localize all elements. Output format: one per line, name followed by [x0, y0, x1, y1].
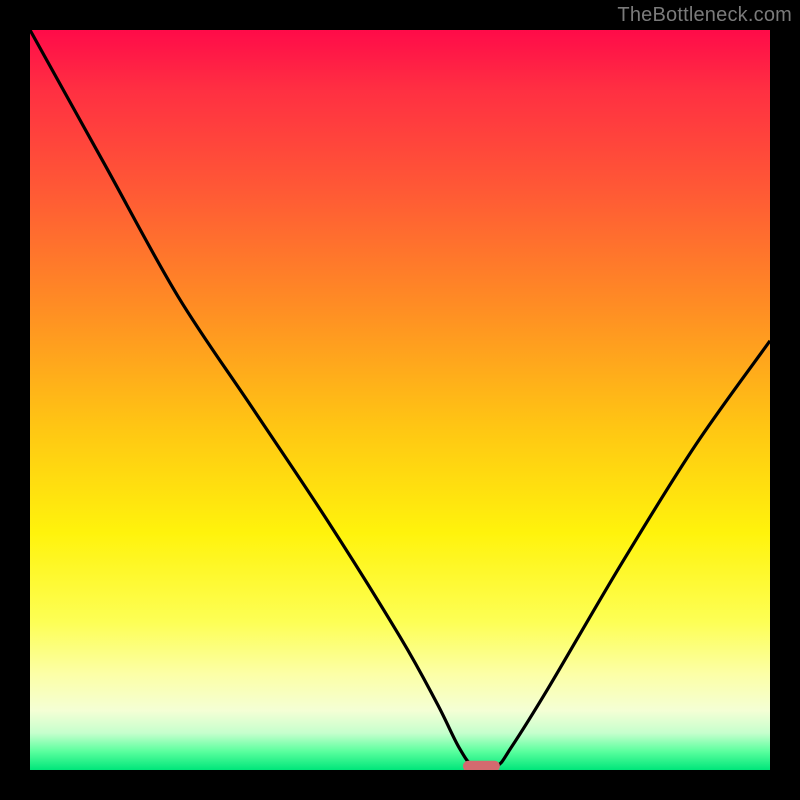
plot-area [30, 30, 770, 770]
bottleneck-curve [30, 30, 770, 769]
curve-layer [30, 30, 770, 770]
chart-frame: TheBottleneck.com [0, 0, 800, 800]
watermark-text: TheBottleneck.com [617, 4, 792, 27]
optimal-marker [463, 761, 500, 770]
